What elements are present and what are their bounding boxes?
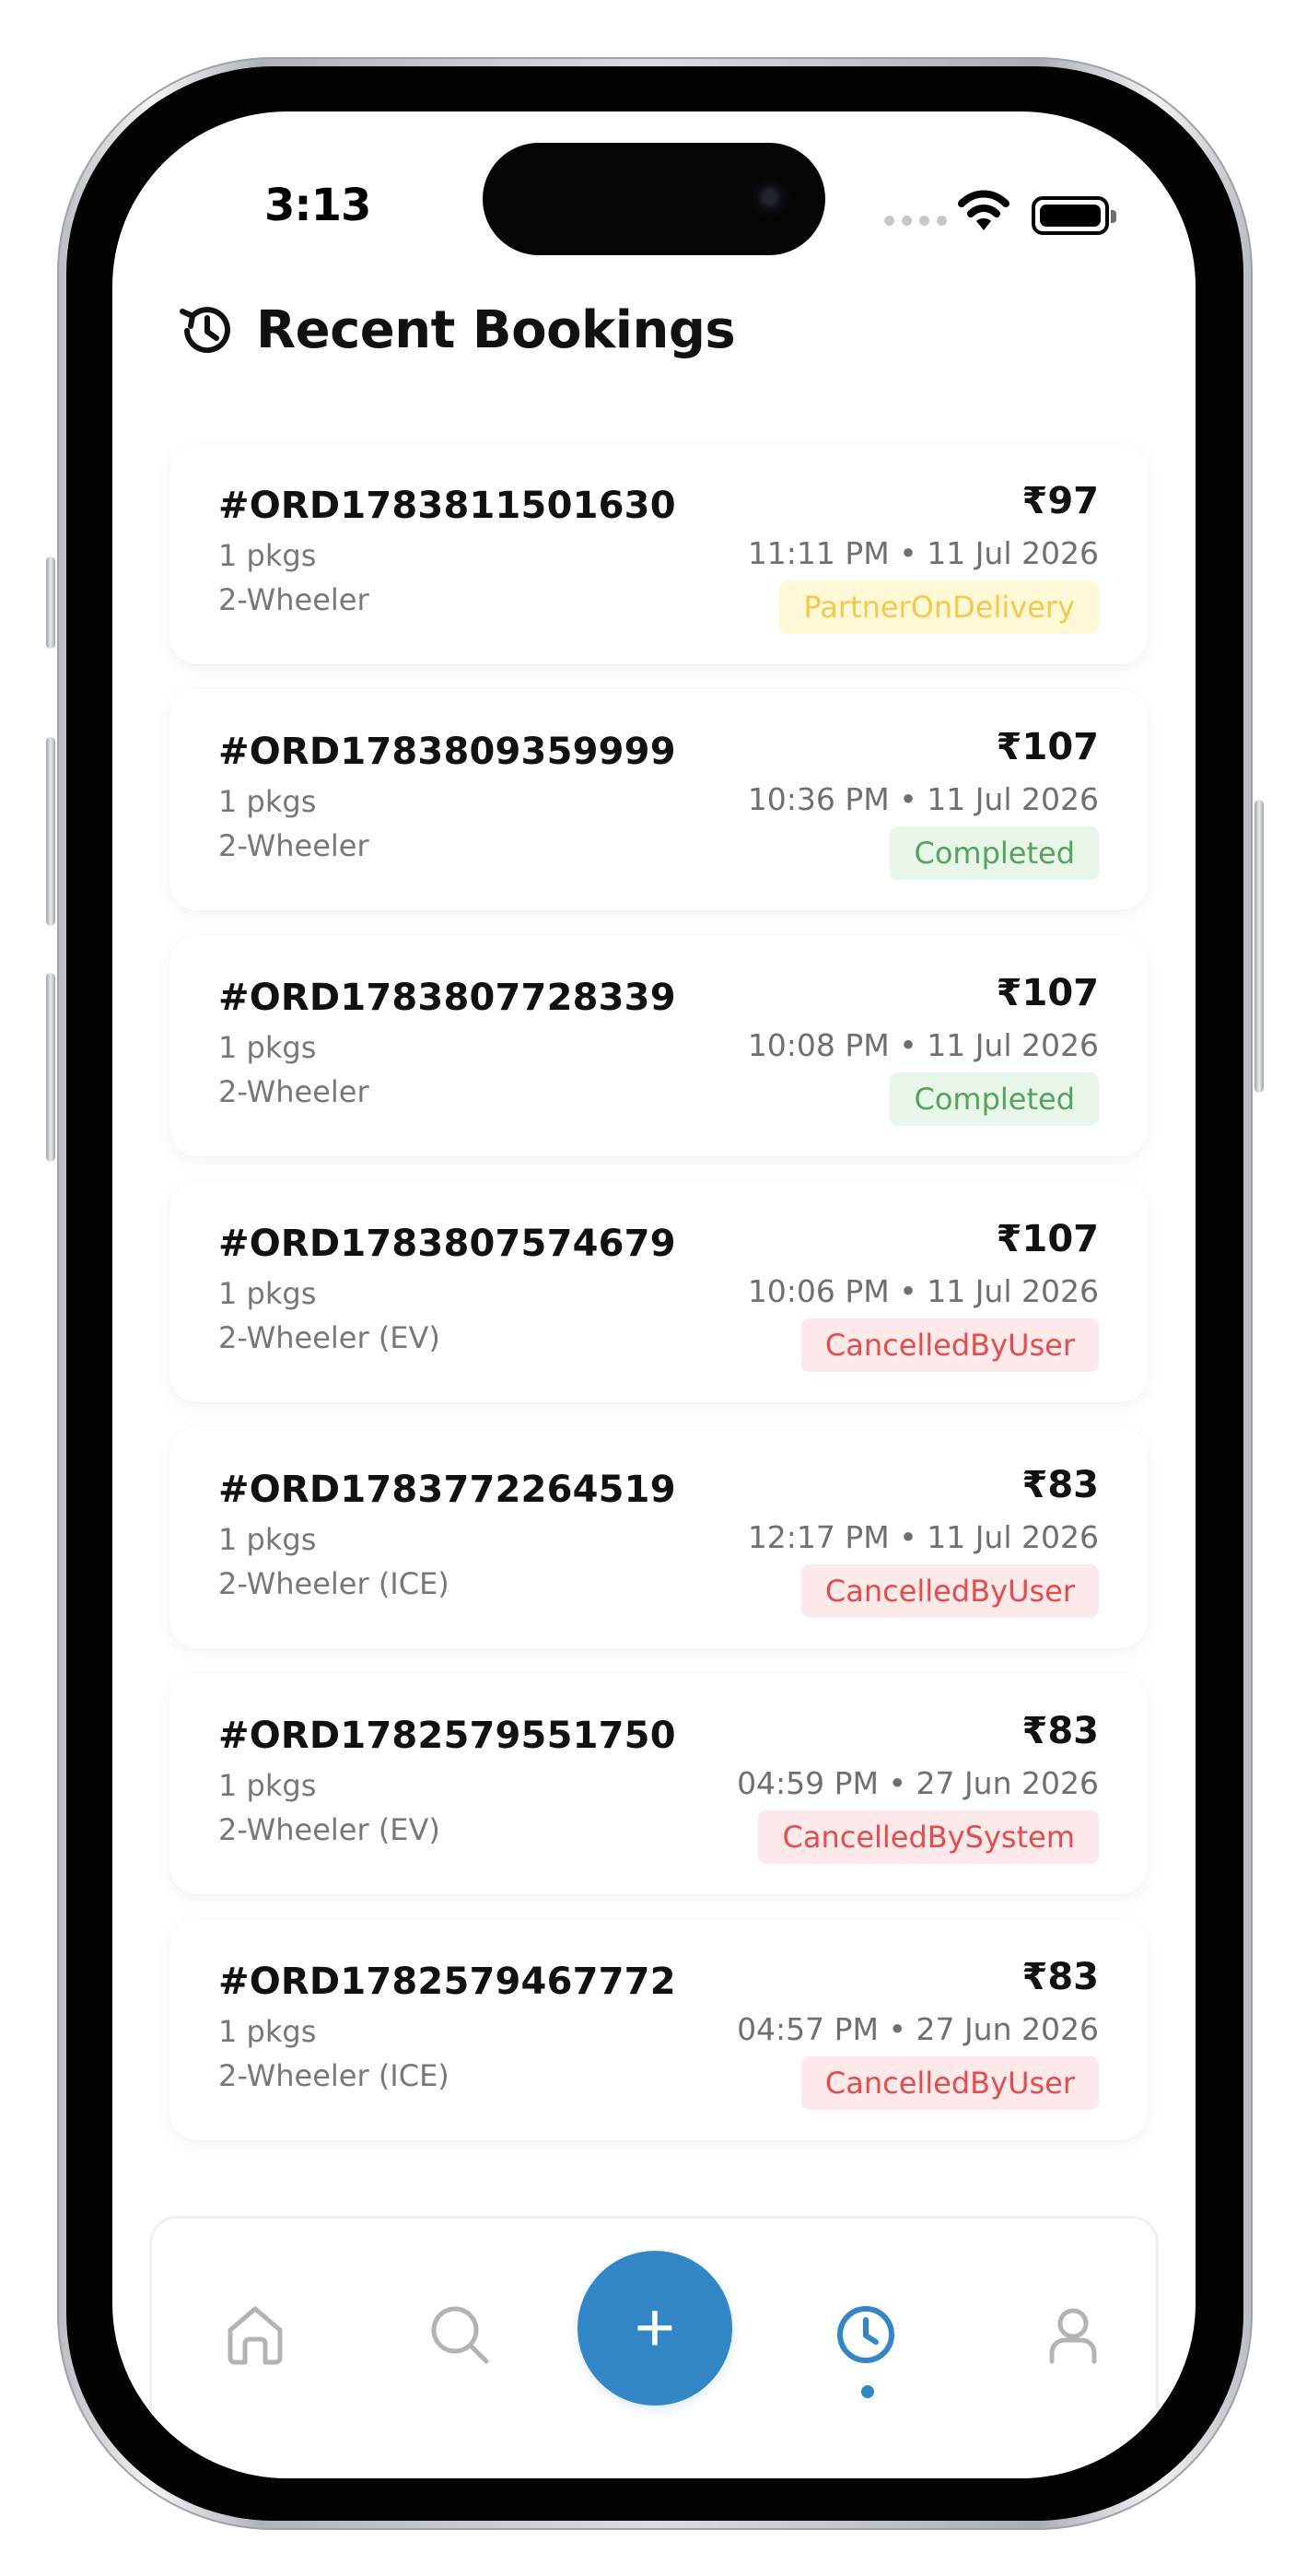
- vehicle-type: 2-Wheeler (ICE): [218, 1566, 449, 1601]
- booking-datetime: 04:57 PM • 27 Jun 2026: [737, 2011, 1099, 2047]
- search-icon: [431, 2306, 489, 2364]
- vehicle-type: 2-Wheeler: [218, 582, 369, 617]
- clock-icon: [837, 2306, 894, 2363]
- package-count: 1 pkgs: [218, 784, 317, 819]
- package-count: 1 pkgs: [218, 2014, 317, 2049]
- status-badge: CancelledBySystem: [758, 1810, 1099, 1864]
- package-count: 1 pkgs: [218, 1276, 317, 1311]
- cellular-dots-icon: [884, 216, 947, 226]
- booking-price: ₹83: [1021, 1710, 1100, 1752]
- vehicle-type: 2-Wheeler (EV): [218, 1812, 440, 1847]
- booking-price: ₹107: [996, 1218, 1099, 1260]
- order-id: #ORD1783807574679: [218, 1223, 676, 1265]
- vehicle-type: 2-Wheeler: [218, 1074, 369, 1109]
- recent-bookings-header: Recent Bookings: [175, 298, 736, 362]
- battery-icon: [1032, 196, 1116, 235]
- home-indicator-area: [112, 2434, 1196, 2478]
- booking-price: ₹107: [996, 972, 1099, 1014]
- package-count: 1 pkgs: [218, 1768, 317, 1803]
- status-bar: 3:13: [112, 111, 1196, 277]
- status-badge: CancelledByUser: [800, 1318, 1099, 1372]
- order-id: #ORD1783772264519: [218, 1469, 676, 1511]
- booking-datetime: 12:17 PM • 11 Jul 2026: [747, 1519, 1099, 1555]
- dynamic-island: [483, 143, 825, 255]
- nav-profile-button[interactable]: [1036, 2298, 1110, 2371]
- power-button: [1254, 800, 1264, 1093]
- wifi-icon: [958, 190, 1009, 230]
- vehicle-type: 2-Wheeler (EV): [218, 1320, 440, 1355]
- booking-card[interactable]: #ORD1783772264519 1 pkgs 2-Wheeler (ICE)…: [169, 1427, 1148, 1648]
- booking-card[interactable]: #ORD1782579467772 1 pkgs 2-Wheeler (ICE)…: [169, 1919, 1148, 2140]
- front-camera-icon: [752, 179, 792, 219]
- bottom-navigation: +: [149, 2216, 1159, 2437]
- package-count: 1 pkgs: [218, 1522, 317, 1557]
- booking-card[interactable]: #ORD1783809359999 1 pkgs 2-Wheeler ₹107 …: [169, 689, 1148, 910]
- booking-price: ₹83: [1021, 1464, 1100, 1506]
- nav-bookings-button[interactable]: [829, 2298, 903, 2371]
- vehicle-type: 2-Wheeler: [218, 828, 369, 863]
- status-badge: PartnerOnDelivery: [779, 580, 1099, 634]
- add-icon: +: [634, 2289, 676, 2367]
- home-icon: [228, 2306, 283, 2365]
- booking-datetime: 11:11 PM • 11 Jul 2026: [747, 535, 1099, 571]
- page-title: Recent Bookings: [256, 299, 736, 360]
- order-id: #ORD1782579467772: [218, 1961, 676, 2003]
- booking-card[interactable]: #ORD1783807574679 1 pkgs 2-Wheeler (EV) …: [169, 1181, 1148, 1402]
- booking-card[interactable]: #ORD1782579551750 1 pkgs 2-Wheeler (EV) …: [169, 1673, 1148, 1894]
- order-id: #ORD1783811501630: [218, 485, 676, 527]
- active-tab-indicator: [861, 2385, 874, 2398]
- vehicle-type: 2-Wheeler (ICE): [218, 2058, 449, 2093]
- nav-home-button[interactable]: [218, 2298, 292, 2371]
- history-icon: [180, 307, 230, 354]
- order-id: #ORD1783807728339: [218, 977, 676, 1019]
- booking-card[interactable]: #ORD1783807728339 1 pkgs 2-Wheeler ₹107 …: [169, 935, 1148, 1156]
- booking-price: ₹83: [1021, 1956, 1100, 1998]
- status-time: 3:13: [264, 180, 371, 231]
- volume-down-button: [46, 973, 55, 1162]
- booking-datetime: 10:06 PM • 11 Jul 2026: [747, 1273, 1099, 1309]
- booking-datetime: 10:36 PM • 11 Jul 2026: [747, 781, 1099, 817]
- app-screen: 3:13 Recent Bookings #ORD1783811501630 1…: [112, 111, 1196, 2478]
- volume-up-button: [46, 737, 55, 926]
- package-count: 1 pkgs: [218, 1030, 317, 1065]
- profile-icon: [1049, 2308, 1097, 2364]
- booking-datetime: 04:59 PM • 27 Jun 2026: [737, 1765, 1099, 1801]
- booking-card[interactable]: #ORD1783811501630 1 pkgs 2-Wheeler ₹97 1…: [169, 443, 1148, 664]
- silent-switch: [46, 556, 55, 649]
- package-count: 1 pkgs: [218, 538, 317, 573]
- booking-datetime: 10:08 PM • 11 Jul 2026: [747, 1027, 1099, 1063]
- status-badge: Completed: [890, 1072, 1099, 1126]
- status-badge: CancelledByUser: [800, 1564, 1099, 1618]
- status-badge: Completed: [890, 826, 1099, 880]
- booking-price: ₹97: [1021, 480, 1100, 522]
- order-id: #ORD1783809359999: [218, 731, 676, 773]
- order-id: #ORD1782579551750: [218, 1715, 676, 1757]
- nav-search-button[interactable]: [423, 2298, 496, 2371]
- status-badge: CancelledByUser: [800, 2056, 1099, 2110]
- add-booking-button[interactable]: +: [578, 2251, 732, 2406]
- booking-price: ₹107: [996, 726, 1099, 768]
